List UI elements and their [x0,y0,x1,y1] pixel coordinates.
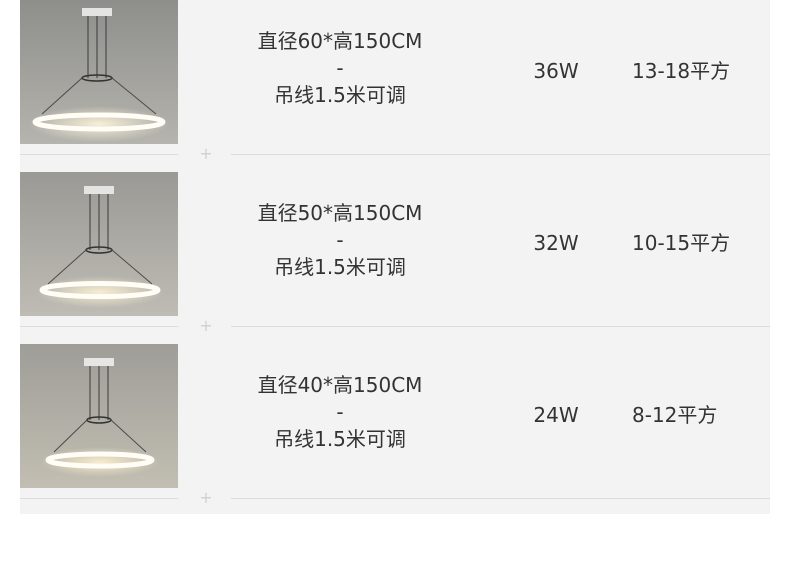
area-value: 8-12平方 [632,403,718,427]
size-dimensions: 直径40*高150CM [257,373,423,397]
row-divider-left [20,326,178,327]
plus-icon: + [199,488,213,507]
row-divider-right [231,498,770,499]
plus-icon: + [199,144,213,163]
plus-icon: + [199,316,213,335]
size-dimensions: 直径60*高150CM [257,29,423,53]
size-description: 直径60*高150CM - 吊线1.5米可调 [220,28,460,109]
spec-table: 直径60*高150CM - 吊线1.5米可调 36W 13-18平方 + 直径5… [20,0,770,514]
size-dash: - [336,228,344,252]
spec-row: 直径40*高150CM - 吊线1.5米可调 24W 8-12平方 + [20,344,770,516]
size-cable-note: 吊线1.5米可调 [274,427,406,451]
spec-row: 直径50*高150CM - 吊线1.5米可调 32W 10-15平方 + [20,172,770,344]
spec-row: 直径60*高150CM - 吊线1.5米可调 36W 13-18平方 + [20,0,770,172]
size-cable-note: 吊线1.5米可调 [274,255,406,279]
power-value: 36W [533,59,579,83]
row-divider-right [231,326,770,327]
area-value: 10-15平方 [632,231,731,255]
row-divider-left [20,498,178,499]
size-dash: - [336,400,344,424]
lamp-thumbnail-40 [20,344,178,488]
lamp-thumbnail-60 [20,0,178,144]
power-value: 32W [533,231,579,255]
area-value: 13-18平方 [632,59,731,83]
size-description: 直径40*高150CM - 吊线1.5米可调 [220,372,460,453]
size-cable-note: 吊线1.5米可调 [274,83,406,107]
row-divider-left [20,154,178,155]
row-divider-right [231,154,770,155]
size-description: 直径50*高150CM - 吊线1.5米可调 [220,200,460,281]
size-dash: - [336,56,344,80]
lamp-thumbnail-50 [20,172,178,316]
power-value: 24W [533,403,579,427]
size-dimensions: 直径50*高150CM [257,201,423,225]
